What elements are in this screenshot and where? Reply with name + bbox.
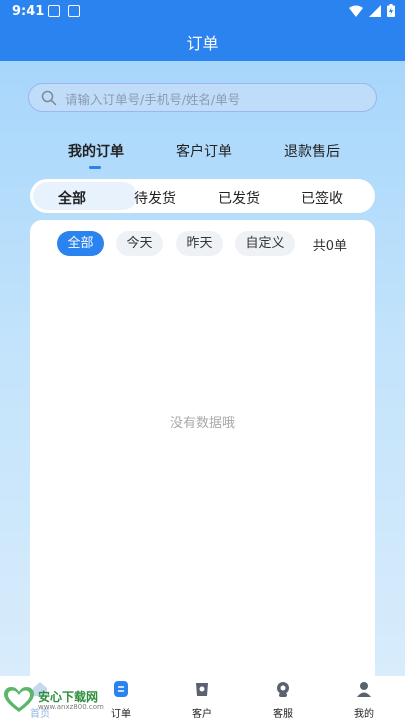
page-title: 订单	[186, 34, 219, 53]
status-filter-all[interactable]: 全部	[58, 188, 86, 208]
active-tab-indicator	[89, 166, 101, 169]
empty-state-message: 没有数据哦	[169, 416, 235, 431]
app-bar: 订单	[0, 24, 405, 61]
status-filter-pending-shipment[interactable]: 待发货	[134, 188, 176, 208]
nav-label-customers: 客户	[192, 709, 212, 720]
date-filter-yesterday[interactable]: 昨天	[176, 231, 223, 256]
order-icon	[114, 681, 128, 697]
cellular-icon	[369, 4, 381, 17]
nav-item-service[interactable]: 客服	[263, 680, 303, 720]
watermark: 安心下载网 www.anxz800.com	[0, 685, 110, 715]
nav-item-customers[interactable]: 客户	[182, 680, 222, 720]
orders-card: 全部 今天 昨天 自定义 共0单 没有数据哦	[30, 220, 375, 690]
profile-icon	[357, 682, 371, 697]
search-bar[interactable]	[28, 83, 377, 112]
tab-refund-after-sales[interactable]: 退款售后	[284, 141, 340, 161]
search-icon	[41, 90, 57, 106]
tab-my-orders[interactable]: 我的订单	[68, 141, 124, 161]
date-filter-today[interactable]: 今天	[116, 231, 163, 256]
watermark-url: www.anxz800.com	[38, 703, 104, 711]
search-input[interactable]	[63, 88, 367, 110]
status-filter-shipped[interactable]: 已发货	[218, 188, 260, 208]
status-bar: 9:41	[0, 0, 405, 24]
wifi-icon	[349, 5, 363, 17]
customer-icon	[196, 683, 208, 696]
order-count: 共0单	[312, 239, 347, 254]
content-area: 我的订单 客户订单 退款售后 全部 待发货 已发货 已签收 全部 今天 昨天 自…	[0, 61, 405, 690]
date-filter-custom[interactable]: 自定义	[235, 231, 295, 256]
watermark-heart-logo	[4, 687, 34, 712]
status-time: 9:41	[12, 4, 45, 19]
battery-icon	[387, 4, 395, 17]
status-filter-delivered[interactable]: 已签收	[301, 188, 343, 208]
date-filter-all[interactable]: 全部	[57, 231, 104, 256]
status-filter: 全部 待发货 已发货 已签收	[30, 179, 375, 213]
notification-screen-icon	[68, 5, 80, 17]
service-icon	[277, 682, 289, 697]
nav-label-profile: 我的	[354, 709, 374, 720]
notification-a-icon	[48, 5, 60, 17]
nav-label-service: 客服	[273, 709, 293, 720]
tab-customer-orders[interactable]: 客户订单	[176, 141, 232, 161]
nav-item-profile[interactable]: 我的	[344, 680, 384, 720]
